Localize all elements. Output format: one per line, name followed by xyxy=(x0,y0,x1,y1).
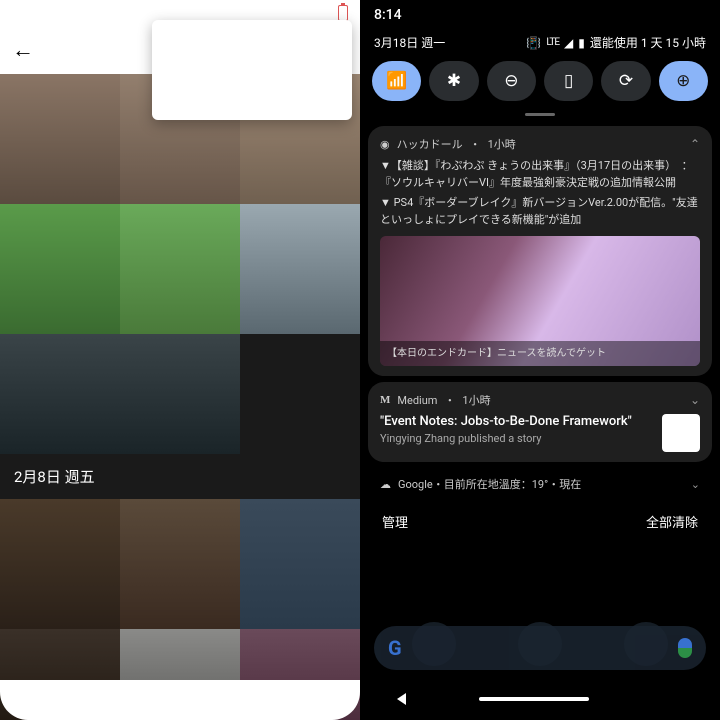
notification-weather[interactable]: ☁ Google・目前所在地溫度：19°・現在 ⌄ xyxy=(368,468,712,500)
photo-thumbnail[interactable] xyxy=(0,204,120,334)
notif-title: "Event Notes: Jobs-to-Be-Done Framework" xyxy=(380,414,652,429)
expand-icon[interactable]: ⌄ xyxy=(691,478,700,491)
quick-settings-row: 📶 ✱ ⊖ ▯ ⟳ ⊕ xyxy=(360,61,720,107)
photo-thumbnail[interactable] xyxy=(0,499,120,629)
notif-thumbnail xyxy=(662,414,700,452)
nav-back-icon[interactable] xyxy=(397,693,406,705)
app-icon: ◉ xyxy=(380,138,390,151)
qs-flashlight[interactable]: ▯ xyxy=(544,61,593,101)
battery-icon: ▮ xyxy=(578,36,585,50)
notif-line: ▼ PS4『ボーダーブレイク』新バージョンVer.2.00が配信。"友達といっし… xyxy=(380,195,700,228)
phone-right-notification-shade: 8:14 3月18日 週一 📳 LTE ◢ ▮ 還能使用 1 天 15 小時 📶… xyxy=(360,0,720,720)
cloud-icon: ☁ xyxy=(380,478,391,491)
expand-icon[interactable]: ⌄ xyxy=(690,393,700,407)
photo-thumbnail[interactable] xyxy=(0,74,120,204)
drag-handle[interactable] xyxy=(525,113,555,116)
photo-thumbnail[interactable] xyxy=(120,204,240,334)
qs-battery-saver[interactable]: ⊕ xyxy=(659,61,708,101)
app-badge: M xyxy=(380,394,390,406)
battery-remaining: 還能使用 1 天 15 小時 xyxy=(590,34,706,51)
popup-card[interactable] xyxy=(152,20,352,120)
google-search-bar[interactable]: G xyxy=(374,626,706,670)
photo-grid: 2月8日 週五 xyxy=(0,74,360,720)
collapse-icon[interactable]: ⌃ xyxy=(690,137,700,151)
status-date: 3月18日 週一 xyxy=(374,34,445,51)
status-time: 8:14 xyxy=(374,7,402,23)
weather-text: Google・目前所在地溫度：19°・現在 xyxy=(398,476,581,492)
notif-image-caption: 【本日のエンドカード】ニュースを読んでゲット xyxy=(380,341,700,366)
dnd-icon: ⊖ xyxy=(504,71,518,91)
vibrate-icon: 📳 xyxy=(526,36,541,50)
photo-thumbnail[interactable] xyxy=(240,204,360,334)
photo-thumbnail[interactable] xyxy=(240,334,360,454)
bluetooth-icon: ✱ xyxy=(447,71,461,91)
screen-corner xyxy=(0,680,360,720)
notif-image[interactable]: 【本日のエンドカード】ニュースを読んでゲット xyxy=(380,236,700,366)
notif-line: ▼【雑談】『わぷわぷ きょうの出来事』（3月17日の出来事） ： 『ソウルキャリ… xyxy=(380,158,700,191)
phone-left-photos: ← 2月8日 週五 xyxy=(0,0,360,720)
notif-subtitle: Yingying Zhang published a story xyxy=(380,432,652,445)
photo-thumbnail[interactable] xyxy=(120,499,240,629)
notif-time: 1小時 xyxy=(462,392,490,408)
status-subrow: 3月18日 週一 📳 LTE ◢ ▮ 還能使用 1 天 15 小時 xyxy=(360,30,720,61)
battery-low-icon xyxy=(338,5,348,21)
system-navbar xyxy=(360,678,720,720)
qs-wifi[interactable]: 📶 xyxy=(372,61,421,101)
notif-time: 1小時 xyxy=(488,136,516,152)
mic-icon[interactable] xyxy=(678,638,692,658)
auto-rotate-icon: ⟳ xyxy=(619,71,633,91)
photo-thumbnail[interactable] xyxy=(0,334,240,454)
qs-autorotate[interactable]: ⟳ xyxy=(601,61,650,101)
manage-button[interactable]: 管理 xyxy=(382,512,408,531)
notification-hackadoll[interactable]: ◉ ハッカドール ・ 1小時 ⌃ ▼【雑談】『わぷわぷ きょうの出来事』（3月1… xyxy=(368,126,712,376)
signal-icon: ◢ xyxy=(564,36,573,50)
wifi-icon: 📶 xyxy=(386,71,407,91)
clear-all-button[interactable]: 全部清除 xyxy=(646,512,698,531)
back-arrow-icon[interactable]: ← xyxy=(12,37,34,63)
photo-thumbnail[interactable] xyxy=(240,499,360,629)
flashlight-icon: ▯ xyxy=(564,71,573,91)
date-divider: 2月8日 週五 xyxy=(0,454,360,499)
notification-medium[interactable]: M Medium ・ 1小時 ⌄ "Event Notes: Jobs-to-B… xyxy=(368,382,712,462)
network-label: LTE xyxy=(546,37,559,48)
nav-home-pill[interactable] xyxy=(479,697,589,701)
notif-app: Medium xyxy=(397,394,437,407)
qs-dnd[interactable]: ⊖ xyxy=(487,61,536,101)
status-bar: 8:14 xyxy=(360,0,720,30)
battery-saver-icon: ⊕ xyxy=(676,71,690,91)
notif-app: ハッカドール xyxy=(397,136,463,152)
google-logo-icon: G xyxy=(388,636,402,660)
shade-actions: 管理 全部清除 xyxy=(360,504,720,545)
qs-bluetooth[interactable]: ✱ xyxy=(429,61,478,101)
